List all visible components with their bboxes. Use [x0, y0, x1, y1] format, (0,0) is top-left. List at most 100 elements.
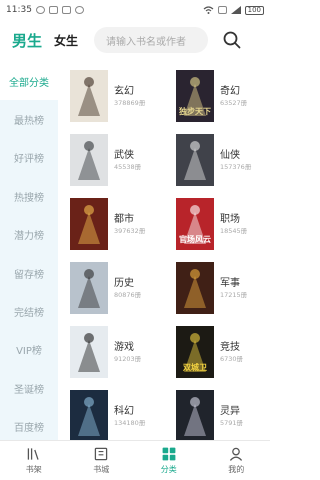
category-book-count: 17215册 — [220, 291, 248, 299]
category-grid: 玄幻 378869册 独步天下 奇幻 63527册 武侠 45538册 仙侠 157376册 都市… — [58, 62, 270, 440]
ranking-sidebar: 全部分类 最热榜 好评榜 热搜榜 潜力榜 留存榜 完结榜 VIP榜 圣诞榜 百度榜 — [0, 62, 58, 440]
book-cover-image — [70, 262, 108, 314]
category-book-count: 6730册 — [220, 355, 244, 363]
cover-title: 官场风云 — [179, 235, 211, 244]
category-name: 职场 — [220, 214, 240, 225]
category-item[interactable]: 武侠 45538册 — [58, 126, 164, 190]
category-name: 灵异 — [220, 406, 240, 417]
category-name: 武侠 — [114, 150, 134, 161]
category-name: 都市 — [114, 214, 134, 225]
status-right: 100 — [203, 5, 264, 15]
category-book-count: 91203册 — [114, 355, 142, 363]
category-item[interactable]: 仙侠 157376册 — [164, 126, 270, 190]
sidebar-item[interactable]: 好评榜 — [0, 139, 58, 177]
book-cover-image: 独步天下 — [176, 70, 214, 122]
book-cover-image — [176, 134, 214, 186]
bookstore-icon — [95, 447, 108, 461]
cover-art — [78, 333, 100, 372]
category-name: 仙侠 — [220, 150, 240, 161]
sidebar-item[interactable]: 百度榜 — [0, 408, 58, 440]
category-item[interactable]: 军事 17215册 — [164, 254, 270, 318]
signal-icon — [230, 6, 241, 14]
cover-art — [78, 397, 100, 436]
sidebar-item[interactable]: 完结榜 — [0, 292, 58, 330]
tab-bookstore[interactable]: 书城 — [68, 441, 136, 480]
book-cover-image — [70, 134, 108, 186]
tab-label: 书架 — [25, 465, 42, 474]
cover-art — [184, 141, 206, 180]
category-book-count: 157376册 — [220, 163, 252, 171]
sidebar-item[interactable]: 热搜榜 — [0, 177, 58, 215]
profile-icon — [230, 447, 243, 461]
category-item[interactable]: 双城卫 竞技 6730册 — [164, 318, 270, 382]
category-book-count: 18545册 — [220, 227, 248, 235]
sidebar-item[interactable]: 最热榜 — [0, 100, 58, 138]
category-name: 历史 — [114, 278, 134, 289]
app-icon — [74, 6, 84, 14]
cover-art — [78, 269, 100, 308]
status-left: 11:35 — [6, 5, 84, 15]
notification-icon — [35, 6, 45, 14]
book-cover-image — [176, 390, 214, 440]
cover-title: 双城卫 — [183, 363, 207, 372]
battery-icon: 100 — [244, 5, 264, 15]
search-placeholder: 请输入书名或作者 — [106, 36, 187, 48]
category-item[interactable]: 官场风云 职场 18545册 — [164, 190, 270, 254]
category-icon — [162, 447, 176, 461]
category-item[interactable]: 历史 80876册 — [58, 254, 164, 318]
book-cover-image: 双城卫 — [176, 326, 214, 378]
bookshelf-icon — [27, 448, 39, 460]
category-item[interactable]: 独步天下 奇幻 63527册 — [164, 62, 270, 126]
sidebar-item[interactable]: 圣诞榜 — [0, 369, 58, 407]
tab-bookshelf[interactable]: 书架 — [0, 441, 68, 480]
cover-art — [184, 397, 206, 436]
wifi-icon — [203, 6, 214, 14]
book-cover-image — [70, 70, 108, 122]
sidebar-item[interactable]: 全部分类 — [0, 62, 58, 101]
category-name: 玄幻 — [114, 86, 134, 97]
image-icon — [61, 6, 71, 14]
category-name: 竞技 — [220, 342, 240, 353]
category-book-count: 378869册 — [114, 99, 146, 107]
cover-title: 独步天下 — [179, 107, 211, 116]
category-item[interactable]: 科幻 134180册 — [58, 382, 164, 440]
top-header: 男生 女生 请输入书名或作者 — [0, 20, 270, 60]
tab-female[interactable]: 女生 — [54, 32, 78, 49]
category-book-count: 134180册 — [114, 419, 146, 427]
category-item[interactable]: 游戏 91203册 — [58, 318, 164, 382]
book-cover-image — [176, 262, 214, 314]
tab-profile[interactable]: 我的 — [203, 441, 271, 480]
category-book-count: 397632册 — [114, 227, 146, 235]
cover-art — [78, 77, 100, 116]
category-item[interactable]: 都市 397632册 — [58, 190, 164, 254]
category-item[interactable]: 灵异 5791册 — [164, 382, 270, 440]
book-cover-image — [70, 390, 108, 440]
category-name: 科幻 — [114, 406, 134, 417]
search-icon — [223, 31, 241, 49]
status-time: 11:35 — [6, 5, 32, 15]
cover-art — [184, 269, 206, 308]
sidebar-item[interactable]: VIP榜 — [0, 331, 58, 369]
battery-level: 100 — [247, 6, 261, 14]
book-cover-image — [70, 326, 108, 378]
category-book-count: 80876册 — [114, 291, 142, 299]
status-bar: 11:35 100 — [0, 0, 270, 20]
bottom-tab-bar: 书架 书城 分类 我的 — [0, 440, 270, 480]
search-input[interactable]: 请输入书名或作者 — [94, 27, 209, 53]
category-book-count: 45538册 — [114, 163, 142, 171]
category-name: 军事 — [220, 278, 240, 289]
sidebar-item[interactable]: 潜力榜 — [0, 216, 58, 254]
tab-category[interactable]: 分类 — [135, 441, 203, 480]
category-name: 游戏 — [114, 342, 134, 353]
tab-label: 我的 — [228, 465, 245, 474]
sim-icon — [217, 6, 227, 14]
message-icon — [48, 6, 58, 14]
tab-male[interactable]: 男生 — [12, 30, 42, 51]
category-item[interactable]: 玄幻 378869册 — [58, 62, 164, 126]
sidebar-item[interactable]: 留存榜 — [0, 254, 58, 292]
search-button[interactable] — [220, 28, 244, 52]
book-cover-image: 官场风云 — [176, 198, 214, 250]
tab-label: 书城 — [93, 465, 110, 474]
category-name: 奇幻 — [220, 86, 240, 97]
cover-art — [78, 205, 100, 244]
